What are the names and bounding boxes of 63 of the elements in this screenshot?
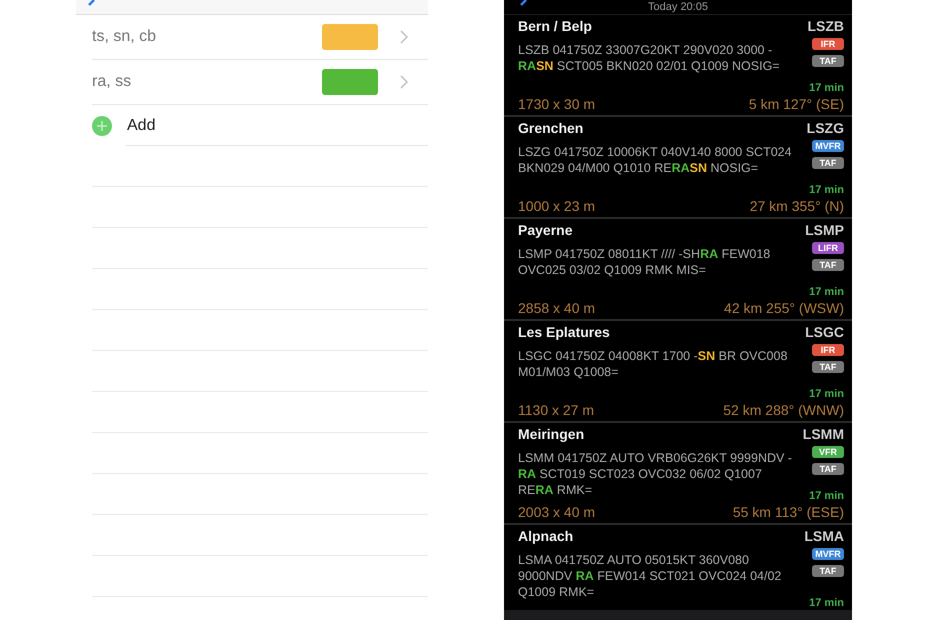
chevron-icon [400, 30, 408, 44]
icao-code: LSMP [805, 222, 844, 239]
station-name: Payerne [518, 222, 574, 239]
report-age: 17 min [809, 489, 844, 503]
runway-size: 1730 x 30 m [518, 95, 596, 113]
keyword-row[interactable]: ts, sn, cb [92, 15, 428, 60]
station-card[interactable]: Meiringen LSMM 041750Z AUTO VRB06G26KT 9999NDV - RA SCT019 SCT023 OVC032 06/02 Q1007 RERA RMK= LSMM VFR TAF 17 min 2003 x 40 m 55 km 113° (ESE) [504, 423, 852, 525]
flight-category-badge: VFR [812, 446, 844, 458]
distance-bearing: 5 km 127° (SE) [748, 95, 844, 113]
metar-text: LSGC 041750Z 04008KT 1700 -SN BR OVC008 M01/M03 Q1008= [518, 348, 788, 380]
flight-category-badge: IFR [812, 38, 844, 50]
flight-category-badge: IFR [812, 344, 844, 356]
station-name: Alpnach [518, 528, 574, 545]
metar-text: LSMA 041750Z AUTO 05015KT 360V080 9000NDV RA FEW014 SCT021 OVC024 04/02 Q1009 RMK= [518, 552, 782, 600]
flight-category-badge: MVFR [812, 548, 844, 560]
metar-text: LSMP 041750Z 08011KT //// -SHRA FEW018 OVC025 03/02 Q1009 RMK MIS= [518, 246, 772, 278]
distance-bearing: 27 km 355° (N) [750, 197, 844, 215]
runway-size: 1000 x 23 m [518, 197, 596, 215]
distance-bearing: 42 km 255° (WSW) [724, 299, 844, 317]
report-age: 17 min [809, 183, 844, 197]
station-card[interactable]: Bern / Belp LSZB 041750Z 33007G20KT 290V020 3000 - RASN SCT005 BKN020 02/01 Q1009 NOSIG= LSZB IFR TAF 17 min 1730 x 30 m 5 km 127° (SE) [504, 15, 852, 117]
icao-code: LSGC [805, 324, 844, 341]
taf-badge[interactable]: TAF [812, 361, 844, 373]
station-card[interactable]: Payerne LSMP 041750Z 08011KT //// -SHRA FEW018 OVC025 03/02 Q1009 RMK MIS= LSMP LIFR TAF 17 min 2858 x 40 m 42 km 255° (WSW) [504, 219, 852, 321]
flight-category-badge: MVFR [812, 140, 844, 152]
header-title: Today 20:05 [648, 1, 708, 14]
taf-badge[interactable]: TAF [812, 157, 844, 169]
station-card[interactable]: Les Eplatures LSGC 041750Z 04008KT 1700 -SN BR OVC008 M01/M03 Q1008= LSGC IFR TAF 17 min 1130 x 27 m 52 km 288° (WNW) [504, 321, 852, 423]
station-name: Grenchen [518, 120, 584, 137]
icao-code: LSMM [802, 426, 844, 443]
back-chevron-icon[interactable] [86, 0, 96, 8]
flight-category-badge: LIFR [812, 242, 844, 254]
metar-text: LSZG 041750Z 10006KT 040V140 8000 SCT024 BKN029 04/M00 Q1010 RERASN NOSIG= [518, 144, 793, 176]
taf-badge[interactable]: TAF [812, 565, 844, 577]
report-age: 17 min [809, 387, 844, 401]
report-age: 17 min [809, 81, 844, 95]
station-card[interactable]: Grenchen LSZG 041750Z 10006KT 040V140 8000 SCT024 BKN029 04/M00 Q1010 RERASN NOSIG= LSZG MVFR TAF 17 min 1000 x 23 m 27 km 355° (N) [504, 117, 852, 219]
distance-bearing: 55 km 113° (ESE) [732, 503, 844, 521]
taf-badge[interactable]: TAF [812, 55, 844, 67]
runway-size: 1130 x 27 m [518, 401, 594, 419]
report-age: 17 min [809, 285, 844, 299]
station-name: Les Eplatures [518, 324, 611, 341]
runway-size: 2003 x 40 m [518, 503, 596, 521]
add-icon[interactable] [92, 116, 112, 136]
icao-code: LSMA [804, 528, 844, 545]
station-card[interactable]: Alpnach LSMA 041750Z AUTO 05015KT 360V080 9000NDV RA FEW014 SCT021 OVC024 04/02 Q1009 RMK= LSMA MVFR TAF 17 min [504, 525, 852, 610]
station-name: Bern / Belp [518, 18, 593, 35]
add-button[interactable]: Add [127, 116, 156, 134]
station-name: Meiringen [518, 426, 586, 443]
keyword-label: ra, ss [92, 73, 132, 91]
runway-size: 2858 x 40 m [518, 299, 596, 317]
icao-code: LSZB [807, 18, 844, 35]
metar-text: LSZB 041750Z 33007G20KT 290V020 3000 - RASN SCT005 BKN020 02/01 Q1009 NOSIG= [518, 42, 781, 74]
report-age: 17 min [809, 596, 844, 610]
distance-bearing: 52 km 288° (WNW) [723, 401, 844, 419]
metar-text: LSMM 041750Z AUTO VRB06G26KT 9999NDV - RA SCT019 SCT023 OVC032 06/02 Q1007 RERA RMK= [518, 450, 793, 498]
taf-badge[interactable]: TAF [812, 259, 844, 271]
taf-badge[interactable]: TAF [812, 463, 844, 475]
chevron-icon [400, 75, 408, 89]
keyword-row[interactable]: ra, ss [92, 60, 428, 105]
keyword-label: ts, sn, cb [92, 28, 158, 46]
icao-code: LSZG [806, 120, 844, 137]
back-chevron-icon[interactable] [518, 0, 528, 8]
